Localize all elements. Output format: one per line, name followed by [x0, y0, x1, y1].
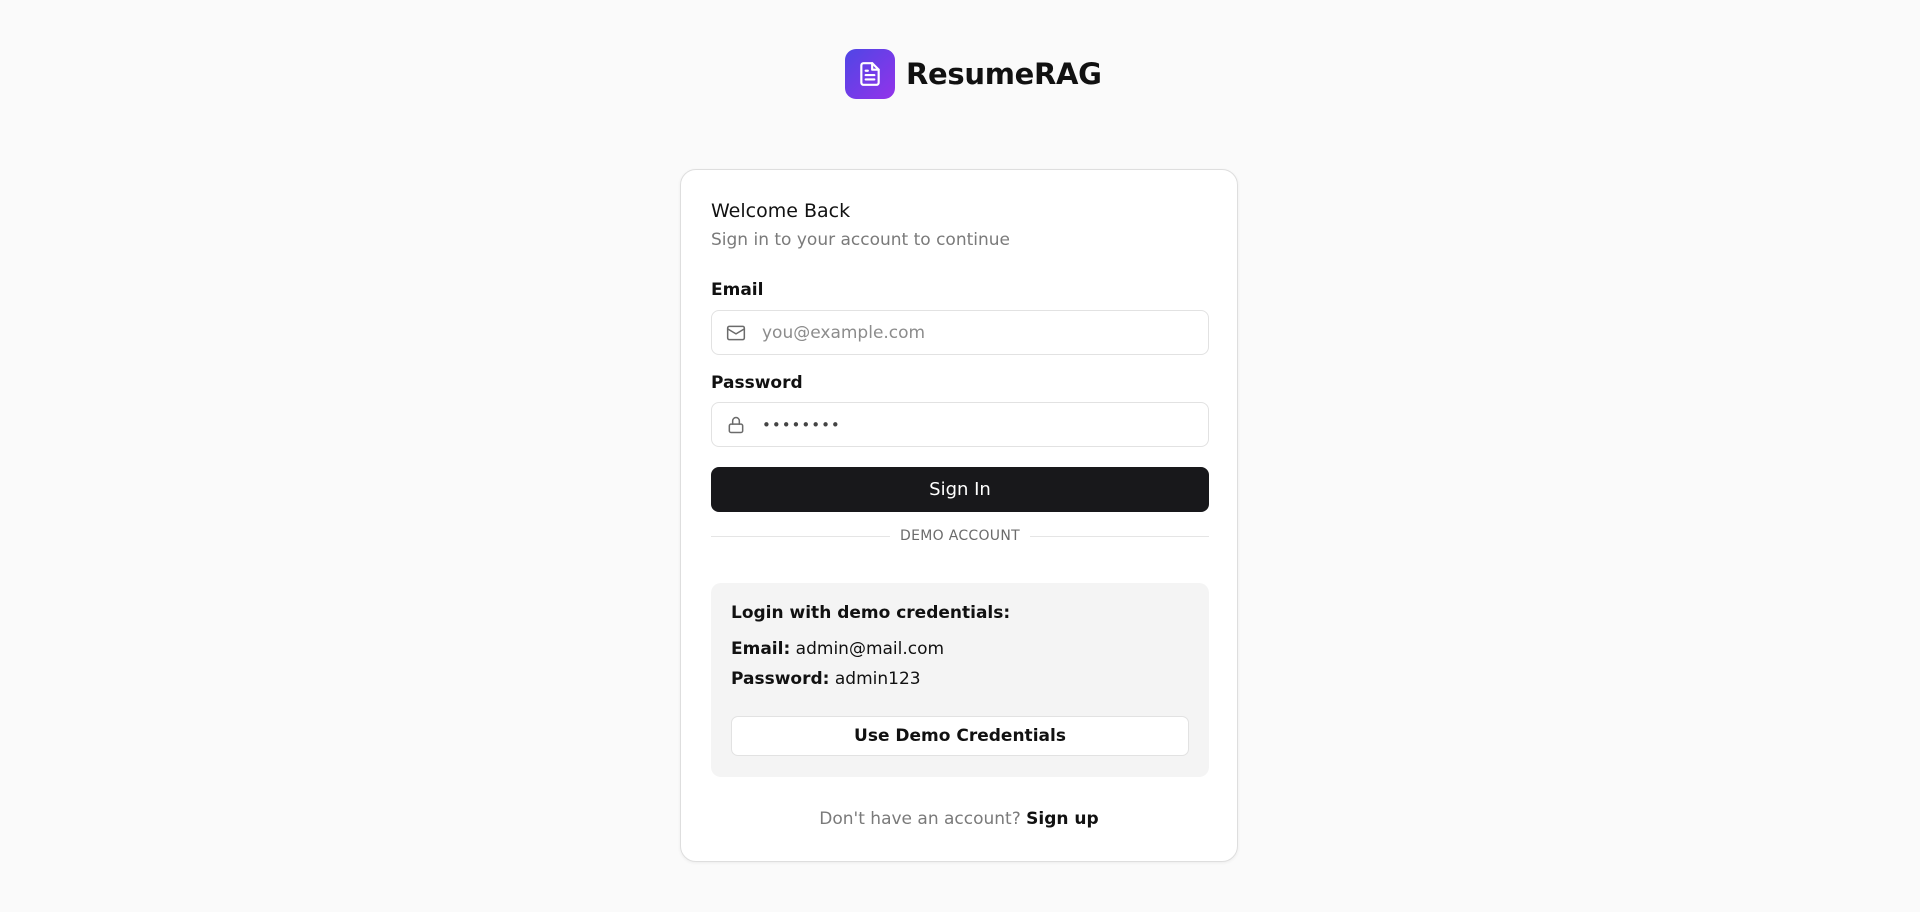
password-input[interactable]: ••••••••	[762, 416, 841, 434]
lock-icon	[725, 414, 747, 436]
demo-email-value: admin@mail.com	[795, 639, 945, 659]
divider-line-left	[711, 535, 891, 537]
demo-password-line: Password: admin123	[731, 669, 921, 689]
card-subtitle: Sign in to your account to continue	[711, 230, 1011, 250]
divider-line-right	[1029, 535, 1210, 537]
password-field[interactable]: ••••••••	[711, 402, 1209, 447]
demo-password-value: admin123	[834, 669, 921, 689]
demo-password-key: Password:	[731, 669, 830, 689]
email-input[interactable]	[762, 322, 1182, 343]
brand-name: ResumeRAG	[906, 57, 1102, 91]
email-label: Email	[711, 280, 764, 300]
demo-email-key: Email:	[731, 639, 791, 659]
brand-header: ResumeRAG	[845, 49, 1102, 99]
sign-up-link[interactable]: Sign up	[1026, 809, 1099, 829]
sign-in-button[interactable]: Sign In	[711, 467, 1209, 512]
signup-footer: Don't have an account? Sign up	[681, 809, 1237, 829]
login-page: ResumeRAG Welcome Back Sign in to your a…	[0, 0, 1920, 912]
login-card: Welcome Back Sign in to your account to …	[680, 169, 1238, 862]
use-demo-credentials-button[interactable]: Use Demo Credentials	[731, 716, 1189, 756]
mail-icon	[725, 322, 747, 344]
demo-divider: DEMO ACCOUNT	[711, 524, 1210, 548]
email-field-wrapper	[711, 310, 1209, 355]
password-label: Password	[711, 373, 803, 393]
signup-prompt: Don't have an account?	[819, 809, 1021, 829]
document-icon	[845, 49, 895, 99]
divider-text: DEMO ACCOUNT	[900, 528, 1020, 544]
card-title: Welcome Back	[711, 200, 851, 222]
demo-email-line: Email: admin@mail.com	[731, 639, 944, 659]
demo-credentials-box: Login with demo credentials: Email: admi…	[711, 583, 1209, 777]
demo-heading: Login with demo credentials:	[731, 603, 1011, 623]
